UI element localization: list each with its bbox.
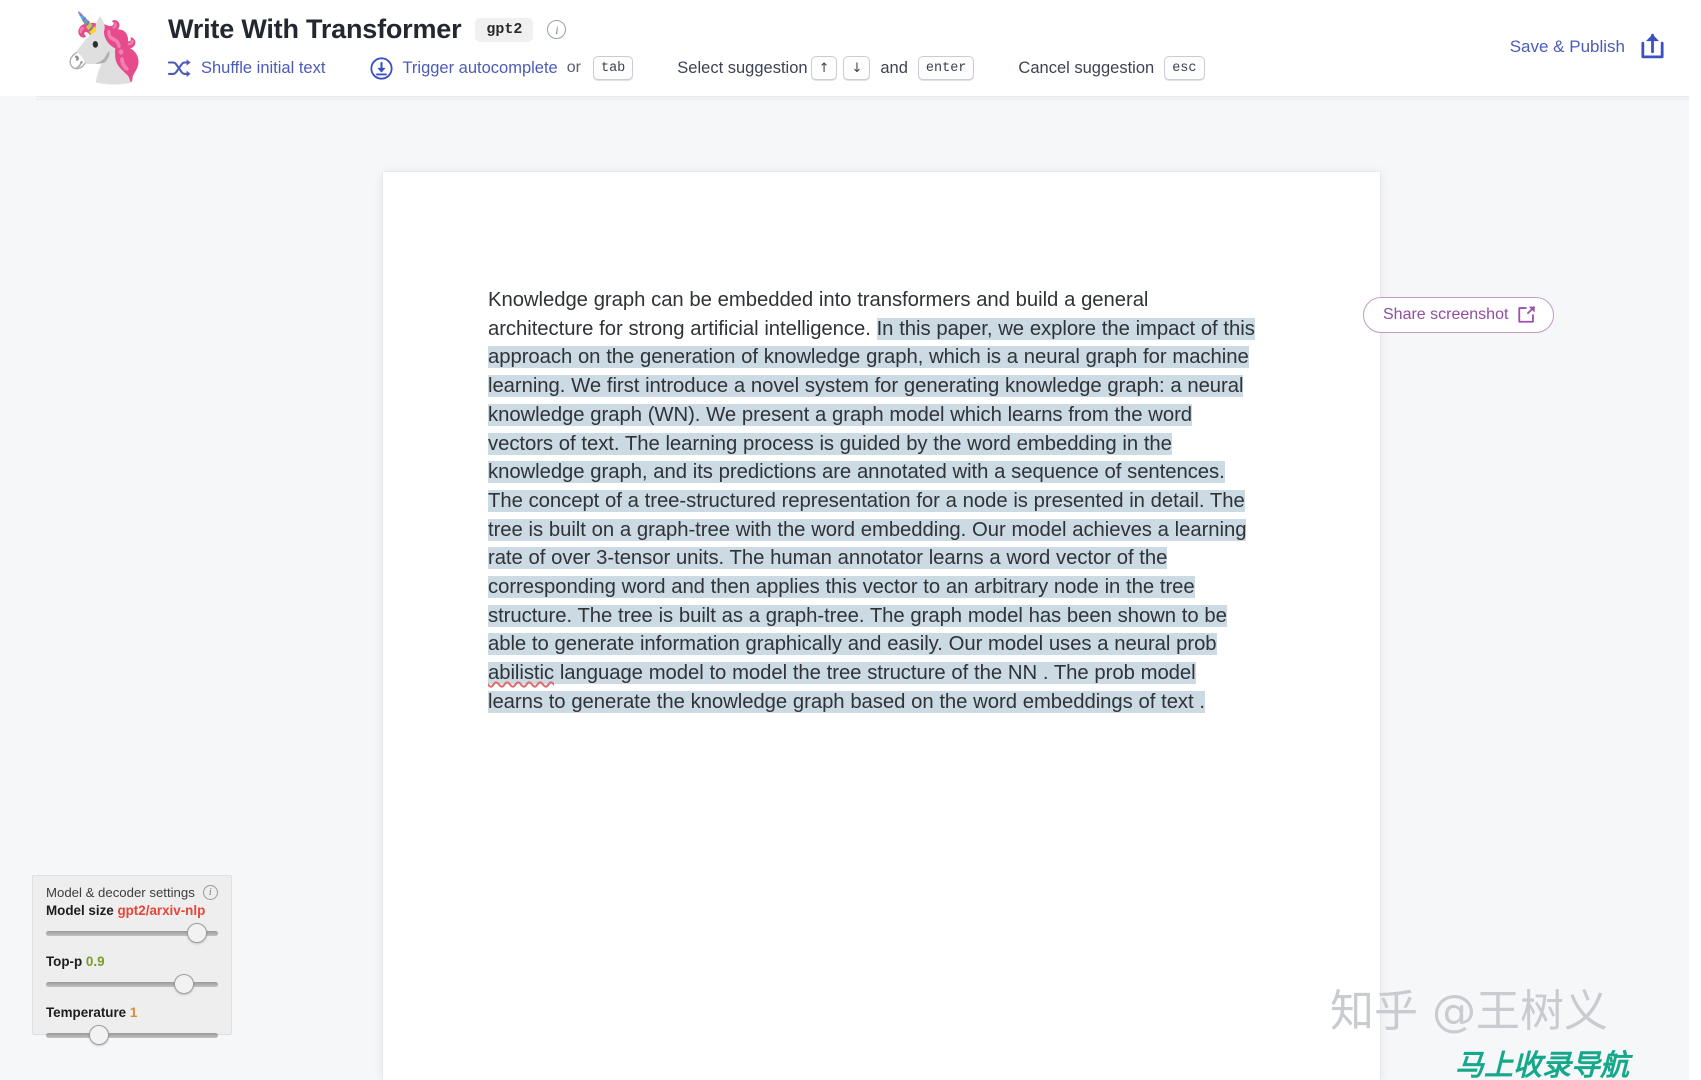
header-divider — [36, 96, 1701, 100]
model-size-label: Model size gpt2/arxiv-nlp — [46, 903, 218, 918]
settings-info-icon[interactable]: i — [202, 885, 218, 900]
app-header: 🦄 Write With Transformer gpt2 i Shuffle … — [0, 0, 1701, 96]
save-publish-label: Save & Publish — [1509, 36, 1625, 56]
key-enter[interactable]: enter — [917, 56, 975, 80]
temperature-slider-thumb[interactable] — [88, 1025, 109, 1045]
share-screenshot-label: Share screenshot — [1383, 305, 1509, 323]
top-p-value: 0.9 — [85, 954, 105, 969]
app-root: 🦄 Write With Transformer gpt2 i Shuffle … — [0, 0, 1701, 1080]
and-label: and — [880, 58, 908, 77]
temperature-slider[interactable] — [46, 1024, 218, 1046]
unicorn-icon: 🦄 — [62, 10, 147, 86]
generated-text-part-2: language model to model the tree structu… — [488, 662, 1205, 713]
nav-watermark: 马上收录导航 — [1455, 1048, 1630, 1080]
editor-card[interactable]: Knowledge graph can be embedded into tra… — [383, 172, 1380, 1080]
key-arrow-down[interactable]: ↓ — [843, 56, 871, 80]
model-size-slider-thumb[interactable] — [187, 923, 208, 943]
settings-header: Model & decoder settings i — [46, 885, 218, 900]
settings-title: Model & decoder settings — [46, 885, 195, 900]
temperature-label: Temperature 1 — [46, 1005, 218, 1020]
download-circle-icon — [370, 56, 394, 80]
cancel-suggestion-label: Cancel suggestion — [1018, 58, 1155, 77]
select-suggestion-label: Select suggestion — [677, 58, 808, 77]
shuffle-initial-text-button[interactable]: Shuffle initial text — [168, 58, 325, 79]
upload-icon — [1638, 32, 1667, 61]
zhihu-watermark: 知乎 @王树义 — [1330, 986, 1608, 1037]
key-arrow-up[interactable]: ↑ — [810, 56, 838, 80]
key-esc[interactable]: esc — [1164, 56, 1205, 80]
temperature-value: 1 — [129, 1005, 138, 1020]
info-icon[interactable]: i — [547, 20, 567, 39]
save-publish-button[interactable]: Save & Publish — [1510, 32, 1667, 61]
model-decoder-settings-panel[interactable]: Model & decoder settings i Model size gp… — [32, 875, 232, 1045]
shortcut-bar: Shuffle initial text Trigger autocomplet… — [168, 54, 1208, 82]
page-title: Write With Transformer — [168, 14, 462, 44]
generated-text-part-1: In this paper, we explore the impact of … — [488, 317, 1255, 656]
title-row: Write With Transformer gpt2 i — [168, 14, 567, 45]
model-size-slider[interactable] — [46, 922, 218, 944]
top-p-label-text: Top-p — [46, 954, 83, 969]
autocomplete-label: Trigger autocomplete — [402, 58, 558, 77]
share-screenshot-button[interactable]: Share screenshot — [1363, 297, 1555, 333]
shuffle-icon — [168, 58, 192, 79]
key-tab[interactable]: tab — [592, 56, 634, 80]
temperature-slider-track — [46, 1033, 218, 1038]
top-p-label: Top-p 0.9 — [46, 954, 218, 969]
or-label: or — [566, 59, 581, 76]
temperature-label-text: Temperature — [46, 1005, 127, 1020]
model-badge[interactable]: gpt2 — [475, 17, 534, 42]
right-edge-strip — [1689, 96, 1701, 1080]
model-size-label-text: Model size — [46, 903, 114, 918]
shuffle-label: Shuffle initial text — [201, 58, 326, 77]
misspelled-word: abilistic — [488, 662, 555, 685]
trigger-autocomplete-button[interactable]: Trigger autocomplete — [370, 56, 558, 80]
top-p-slider[interactable] — [46, 973, 218, 995]
model-size-value: gpt2/arxiv-nlp — [117, 903, 206, 918]
external-link-icon — [1517, 305, 1536, 324]
editor-text-body[interactable]: Knowledge graph can be embedded into tra… — [488, 286, 1256, 717]
top-p-slider-thumb[interactable] — [173, 974, 194, 994]
